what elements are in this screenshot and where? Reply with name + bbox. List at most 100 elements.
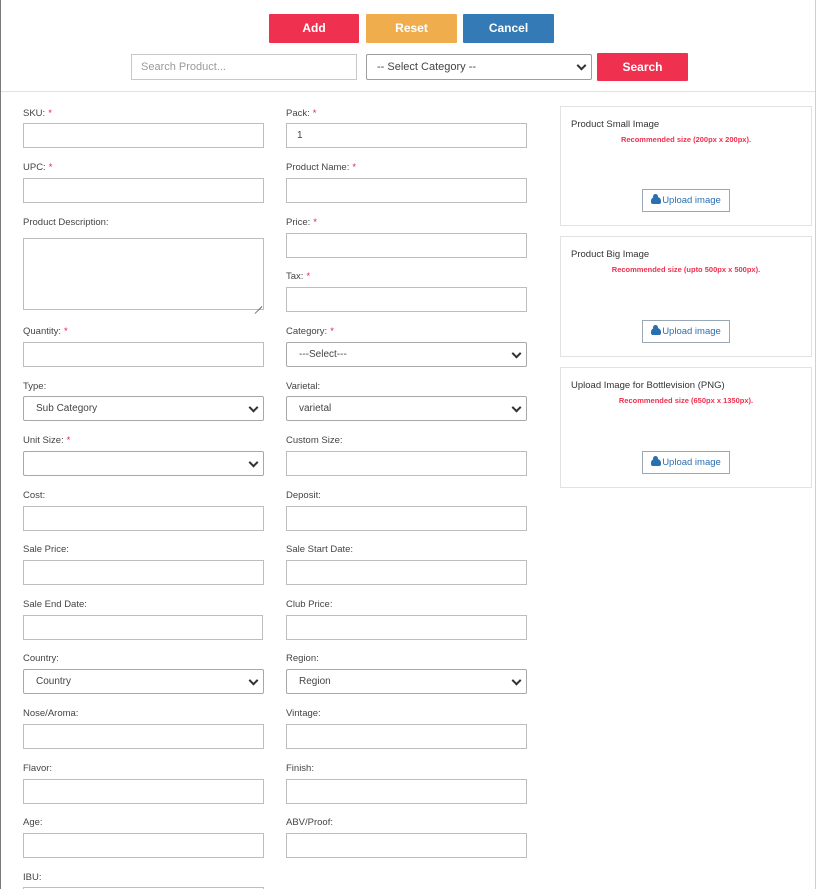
custom-size-label: Custom Size: — [286, 435, 343, 446]
type-label: Type: — [23, 381, 47, 392]
required-mark: * — [64, 326, 68, 337]
cancel-button[interactable]: Cancel — [463, 14, 554, 43]
search-button[interactable]: Search — [597, 53, 688, 81]
cloud-upload-icon — [651, 456, 662, 466]
pack-input[interactable]: 1 — [286, 123, 527, 148]
required-mark: * — [330, 326, 334, 337]
upc-label: UPC: * — [23, 162, 53, 173]
cloud-upload-icon — [651, 194, 662, 204]
bottlevision-image-title: Upload Image for Bottlevision (PNG) — [571, 380, 725, 391]
upload-bottlevision-image-button[interactable]: Upload image — [642, 451, 730, 474]
custom-size-input[interactable] — [286, 451, 527, 476]
product-description-label: Product Description: — [23, 217, 109, 228]
upc-input[interactable] — [23, 178, 264, 203]
nose-aroma-input[interactable] — [23, 724, 264, 749]
country-value: Country — [36, 676, 72, 687]
sale-start-date-input[interactable] — [286, 560, 527, 585]
club-price-input[interactable] — [286, 615, 527, 640]
unit-size-select[interactable] — [23, 451, 264, 476]
abv-proof-input[interactable] — [286, 833, 527, 858]
bottlevision-image-note: Recommended size (650px x 1350px). — [618, 396, 754, 405]
upload-label: Upload image — [662, 326, 721, 337]
sale-start-date-label: Sale Start Date: — [286, 544, 354, 555]
search-product-input[interactable]: Search Product... — [131, 54, 357, 80]
sale-price-label: Sale Price: — [23, 544, 69, 555]
unit-size-label: Unit Size: * — [23, 435, 71, 446]
chevron-down-icon — [576, 60, 587, 71]
category-filter-select[interactable]: -- Select Category -- — [366, 54, 592, 80]
category-label: Category: * — [286, 326, 334, 337]
required-mark: * — [48, 108, 52, 119]
upload-label: Upload image — [662, 195, 721, 206]
required-mark: * — [313, 217, 317, 228]
sale-price-input[interactable] — [23, 560, 264, 585]
abv-proof-label: ABV/Proof: — [286, 817, 333, 828]
finish-label: Finish: — [286, 763, 314, 774]
region-label: Region: — [286, 653, 319, 664]
sku-label: SKU: * — [23, 108, 52, 119]
upload-label: Upload image — [662, 457, 721, 468]
pack-label: Pack: * — [286, 108, 317, 119]
big-image-title: Product Big Image — [571, 249, 650, 260]
chevron-down-icon — [511, 675, 522, 686]
window-left-border — [0, 0, 1, 889]
finish-input[interactable] — [286, 779, 527, 804]
required-mark: * — [48, 162, 53, 173]
ibu-label: IBU: — [23, 872, 42, 883]
deposit-label: Deposit: — [286, 490, 321, 501]
deposit-input[interactable] — [286, 506, 527, 531]
varietal-select[interactable]: varietal — [286, 396, 527, 421]
big-image-panel: Product Big Image Recommended size (upto… — [560, 236, 812, 357]
type-value: Sub Category — [36, 403, 98, 414]
sale-end-date-label: Sale End Date: — [23, 599, 87, 610]
flavor-label: Flavor: — [23, 763, 53, 774]
varietal-label: Varietal: — [286, 381, 321, 392]
reset-button[interactable]: Reset — [366, 14, 457, 43]
age-input[interactable] — [23, 833, 264, 858]
upload-small-image-button[interactable]: Upload image — [642, 189, 730, 212]
chevron-down-icon — [248, 457, 259, 468]
sku-input[interactable] — [23, 123, 264, 148]
cloud-upload-icon — [651, 325, 662, 335]
small-image-panel: Product Small Image Recommended size (20… — [560, 106, 812, 226]
type-select[interactable]: Sub Category — [23, 396, 264, 421]
product-name-label: Product Name: * — [286, 162, 357, 173]
vintage-label: Vintage: — [286, 708, 321, 719]
add-button[interactable]: Add — [269, 14, 359, 43]
required-mark: * — [312, 108, 317, 119]
cost-input[interactable] — [23, 506, 264, 531]
chevron-down-icon — [248, 402, 259, 413]
nose-aroma-label: Nose/Aroma: — [23, 708, 79, 719]
category-value: ---Select--- — [299, 349, 347, 360]
tax-label: Tax: * — [286, 271, 311, 282]
region-value: Region — [299, 676, 331, 687]
quantity-input[interactable] — [23, 342, 264, 367]
sale-end-date-input[interactable] — [23, 615, 263, 640]
chevron-down-icon — [511, 348, 522, 359]
club-price-label: Club Price: — [286, 599, 333, 610]
bottlevision-image-panel: Upload Image for Bottlevision (PNG) Reco… — [560, 367, 812, 488]
upload-big-image-button[interactable]: Upload image — [642, 320, 730, 343]
region-select[interactable]: Region — [286, 669, 527, 694]
required-mark: * — [306, 271, 311, 282]
resize-handle-icon[interactable] — [254, 300, 262, 308]
category-select[interactable]: ---Select--- — [286, 342, 527, 367]
varietal-value: varietal — [299, 403, 332, 414]
required-mark: * — [352, 162, 357, 173]
big-image-note: Recommended size (upto 500px x 500px). — [611, 265, 761, 274]
small-image-note: Recommended size (200px x 200px). — [620, 135, 752, 144]
price-input[interactable] — [286, 233, 527, 258]
age-label: Age: — [23, 817, 43, 828]
product-description-textarea[interactable] — [23, 238, 264, 310]
category-filter-value: -- Select Category -- — [377, 61, 477, 73]
price-label: Price: * — [286, 217, 317, 228]
required-mark: * — [66, 435, 71, 446]
country-select[interactable]: Country — [23, 669, 264, 694]
product-name-input[interactable] — [286, 178, 527, 203]
chevron-down-icon — [511, 402, 522, 413]
tax-input[interactable] — [286, 287, 527, 312]
flavor-input[interactable] — [23, 779, 264, 804]
vintage-input[interactable] — [286, 724, 527, 749]
country-label: Country: — [23, 653, 59, 664]
small-image-title: Product Small Image — [571, 119, 660, 130]
